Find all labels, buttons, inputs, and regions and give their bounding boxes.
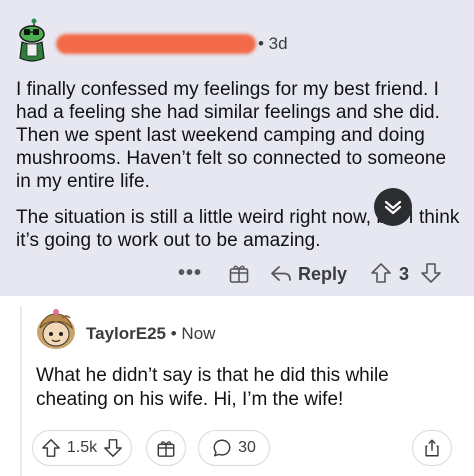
vote-count: 1.5k [66, 439, 98, 456]
comment-body: I finally confessed my feelings for my b… [16, 78, 464, 252]
reply-actions: 1.5k 30 [0, 430, 474, 468]
reply-arrow-icon [271, 266, 291, 281]
double-chevron-down-icon [384, 200, 402, 215]
upvote-button[interactable] [370, 262, 392, 284]
downvote-arrow-icon[interactable] [103, 438, 123, 458]
reply-user-avatar[interactable] [32, 308, 80, 354]
gift-icon [157, 441, 175, 457]
downvote-button[interactable] [420, 262, 442, 284]
comment-time: • 3d [258, 34, 288, 53]
comment-bubble-icon [213, 439, 231, 457]
vote-score: 3 [399, 264, 410, 284]
downvote-arrow-icon [421, 263, 441, 283]
comment-paragraph: I finally confessed my feelings for my b… [16, 79, 447, 192]
comment-count: 30 [238, 439, 256, 456]
gift-icon [229, 265, 249, 283]
parent-comment: • 3d I finally confessed my feelings for… [0, 0, 474, 296]
reply-button[interactable]: Reply [270, 262, 347, 286]
upvote-arrow-icon[interactable] [41, 438, 61, 458]
more-options-button[interactable]: ••• [178, 262, 202, 284]
vote-pill: 1.5k [32, 430, 132, 466]
share-icon [425, 439, 439, 457]
snoo-avatar-icon [37, 309, 75, 349]
reply-user-line: TaylorE25 • Now [86, 324, 215, 344]
award-button[interactable] [146, 430, 186, 466]
comments-button[interactable]: 30 [198, 430, 270, 466]
collapse-button[interactable] [374, 188, 412, 226]
upvote-arrow-icon [371, 263, 391, 283]
award-button[interactable] [228, 262, 250, 284]
reply-time: • Now [170, 324, 216, 343]
reply-username[interactable]: TaylorE25 [86, 324, 166, 343]
redacted-username [56, 34, 256, 54]
snoo-avatar-icon [19, 18, 45, 62]
comment-actions: ••• Reply 3 [0, 262, 474, 290]
reply-body: What he didn’t say is that he did this w… [36, 365, 389, 410]
share-button[interactable] [412, 430, 452, 466]
user-avatar[interactable] [12, 18, 52, 66]
reply-label: Reply [298, 264, 348, 284]
